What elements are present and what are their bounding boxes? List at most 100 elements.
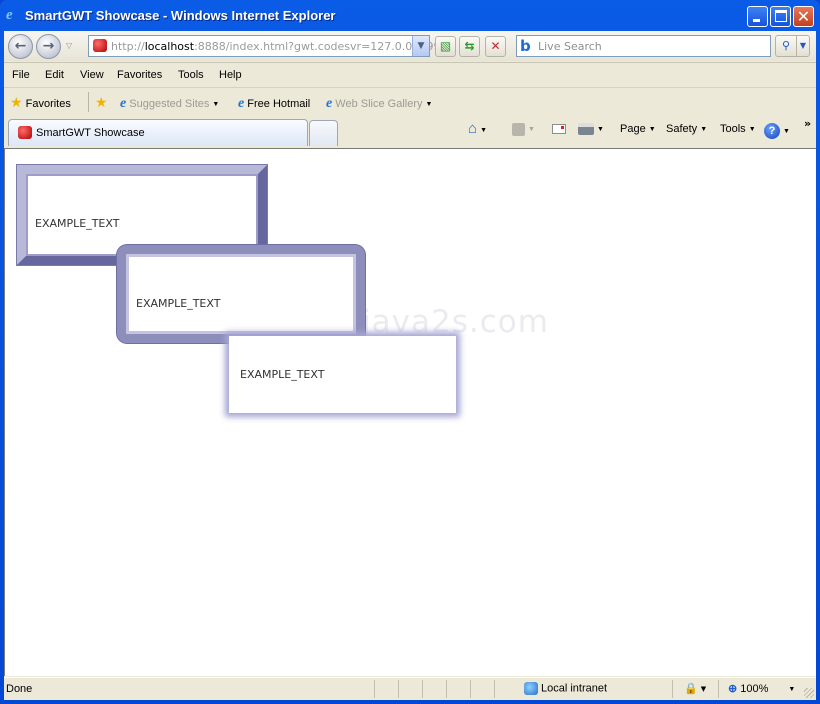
- address-field[interactable]: http://localhost:8888/index.html?gwt.cod…: [88, 35, 447, 57]
- site-favicon-icon: [18, 126, 32, 139]
- add-favorite-icon: ★: [95, 94, 108, 110]
- add-to-favorites-bar-button[interactable]: ★: [95, 94, 108, 111]
- ie-page-icon: e: [326, 96, 333, 111]
- zoom-icon: ⊕: [728, 683, 738, 695]
- dropdown-arrow-icon: ▼: [597, 125, 604, 133]
- page-menu-label: Page: [620, 123, 646, 135]
- compatibility-view-button[interactable]: ▧: [435, 36, 456, 57]
- help-icon: ?: [764, 123, 780, 139]
- favorite-free-hotmail[interactable]: e Free Hotmail: [238, 96, 310, 112]
- tab-bar: SmartGWT Showcase ⌂ ▼ ▼ ▼ Page ▼ Safety ▼ T…: [4, 115, 816, 148]
- favorite-web-slice-gallery[interactable]: e Web Slice Gallery ▼: [326, 96, 432, 112]
- status-pane-divider: [422, 680, 423, 698]
- browser-window: e SmartGWT Showcase - Windows Internet E…: [0, 0, 820, 704]
- resize-grip[interactable]: [804, 688, 814, 698]
- magnifier-icon: ⚲: [781, 39, 791, 52]
- favorites-bar: ★ Favorites ★ e Suggested Sites ▼ e Free …: [4, 87, 816, 115]
- recent-pages-dropdown[interactable]: ▽: [66, 41, 72, 50]
- safety-menu-label: Safety: [666, 123, 698, 135]
- web-slice-gallery-label: Web Slice Gallery: [335, 98, 423, 110]
- example-box-shadow: EXAMPLE_TEXT: [229, 336, 456, 413]
- site-favicon-icon: [93, 39, 107, 52]
- dropdown-arrow-icon: ▼: [212, 100, 220, 108]
- favorites-label: Favorites: [25, 98, 71, 110]
- toolbar-overflow-button[interactable]: »: [804, 117, 811, 130]
- close-icon: ✕: [796, 7, 811, 26]
- zone-label: Local intranet: [541, 682, 608, 695]
- rss-feed-icon: [512, 123, 525, 136]
- url-text[interactable]: http://localhost:8888/index.html?gwt.cod…: [111, 40, 447, 53]
- close-button[interactable]: ✕: [793, 6, 814, 27]
- favorites-button[interactable]: ★ Favorites: [10, 94, 71, 111]
- refresh-button[interactable]: ⇆: [459, 36, 480, 57]
- page-menu[interactable]: Page ▼: [620, 123, 656, 135]
- forward-button[interactable]: →: [36, 34, 61, 59]
- dropdown-arrow-icon: ▼: [425, 100, 433, 108]
- back-button[interactable]: ←: [8, 34, 33, 59]
- suggested-sites-label: Suggested Sites: [129, 98, 210, 110]
- menu-edit[interactable]: Edit: [45, 69, 64, 81]
- search-button[interactable]: ⚲: [775, 35, 797, 57]
- minimize-button[interactable]: [747, 6, 768, 27]
- status-pane-divider: [398, 680, 399, 698]
- tools-menu-label: Tools: [720, 123, 746, 135]
- address-dropdown-button[interactable]: ▼: [412, 36, 429, 56]
- zoom-level: 100%: [740, 683, 769, 695]
- forward-arrow-icon: →: [42, 38, 55, 54]
- dropdown-arrow-icon: ▼: [788, 685, 796, 693]
- dropdown-arrow-icon: ▼: [748, 125, 756, 133]
- status-pane-divider: [374, 680, 375, 698]
- read-mail-button[interactable]: [552, 123, 566, 135]
- status-bar: Done Local intranet 🔒 ▼ ⊕ 100% ▼: [4, 677, 816, 700]
- tab-smartgwt-showcase[interactable]: SmartGWT Showcase: [8, 119, 308, 146]
- ie-page-icon: e: [238, 96, 245, 111]
- title-bar[interactable]: e SmartGWT Showcase - Windows Internet E…: [0, 0, 820, 32]
- security-zone[interactable]: Local intranet: [524, 682, 607, 695]
- menu-bar: File Edit View Favorites Tools Help: [4, 62, 816, 86]
- mail-icon: [552, 124, 566, 135]
- feeds-button[interactable]: ▼: [512, 123, 535, 136]
- status-text: Done: [6, 683, 33, 695]
- dropdown-arrow-icon: ▼: [783, 127, 790, 135]
- example-text: EXAMPLE_TEXT: [136, 297, 221, 310]
- tools-menu[interactable]: Tools ▼: [720, 123, 756, 135]
- lock-icon: 🔒: [684, 682, 698, 695]
- protected-mode-button[interactable]: 🔒 ▼: [684, 682, 706, 695]
- dropdown-arrow-icon: ▼: [480, 126, 487, 134]
- zoom-control[interactable]: ⊕ 100% ▼: [728, 682, 795, 695]
- search-box[interactable]: b Live Search: [516, 35, 771, 57]
- network-icon: [524, 682, 538, 695]
- maximize-button[interactable]: [770, 6, 791, 27]
- stop-icon: ✕: [490, 39, 501, 53]
- browser-client: ← → ▽ http://localhost:8888/index.html?g…: [4, 31, 816, 700]
- favorite-suggested-sites[interactable]: e Suggested Sites ▼: [120, 96, 219, 112]
- page-content: www.java2s.com EXAMPLE_TEXT EXAMPLE_TEXT…: [4, 148, 816, 676]
- new-tab-button[interactable]: [309, 120, 338, 146]
- stop-button[interactable]: ✕: [485, 36, 506, 57]
- help-menu[interactable]: ? ▼: [764, 123, 790, 139]
- menu-tools[interactable]: Tools: [178, 69, 204, 81]
- menu-view[interactable]: View: [80, 69, 104, 81]
- example-box-rounded: EXAMPLE_TEXT: [117, 245, 365, 343]
- dropdown-arrow-icon: ▼: [648, 125, 656, 133]
- minimize-icon: [753, 19, 760, 22]
- status-pane-divider: [494, 680, 495, 698]
- search-options-dropdown[interactable]: ▼: [796, 35, 810, 57]
- print-button[interactable]: ▼: [578, 123, 604, 136]
- status-pane-divider: [718, 680, 719, 698]
- free-hotmail-label: Free Hotmail: [247, 98, 311, 110]
- back-arrow-icon: ←: [14, 38, 27, 54]
- status-pane-divider: [672, 680, 673, 698]
- menu-file[interactable]: File: [12, 69, 30, 81]
- printer-icon: [578, 123, 594, 136]
- home-button[interactable]: ⌂ ▼: [468, 120, 487, 137]
- ie-page-icon: e: [120, 96, 127, 111]
- window-title: SmartGWT Showcase - Windows Internet Exp…: [25, 8, 336, 23]
- menu-help[interactable]: Help: [219, 69, 242, 81]
- bing-logo-icon: b: [520, 37, 531, 55]
- favorites-star-icon: ★: [10, 94, 23, 110]
- safety-menu[interactable]: Safety ▼: [666, 123, 707, 135]
- example-text: EXAMPLE_TEXT: [240, 368, 325, 381]
- menu-favorites[interactable]: Favorites: [117, 69, 162, 81]
- status-pane-divider: [446, 680, 447, 698]
